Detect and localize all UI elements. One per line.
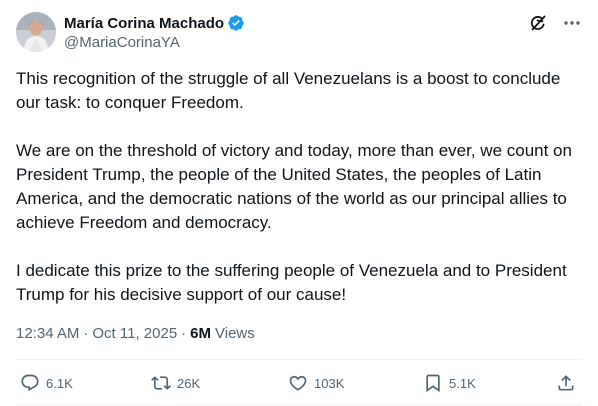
bookmark-count: 5.1K (449, 375, 476, 391)
like-count: 103K (314, 375, 345, 391)
avatar-image (16, 12, 56, 52)
action-bar: 6.1K 26K 103K 5.1K (16, 369, 582, 397)
verified-badge-icon (227, 14, 245, 32)
like-button[interactable]: 103K (288, 373, 344, 393)
views-count[interactable]: 6M (190, 325, 211, 342)
reply-count: 6.1K (46, 375, 73, 391)
bookmark-icon (426, 374, 440, 393)
tweet-paragraph: We are on the threshold of victory and t… (16, 141, 572, 232)
divider (16, 359, 582, 360)
author-handle[interactable]: @MariaCorinaYA (64, 34, 245, 51)
more-icon[interactable] (562, 13, 582, 33)
name-line: María Corina Machado (64, 13, 245, 33)
avatar[interactable] (16, 12, 56, 52)
repost-icon (151, 376, 171, 390)
tweet-card: María Corina Machado @MariaCorinaYA This… (0, 0, 598, 406)
repost-button[interactable]: 26K (151, 373, 200, 393)
tweet-paragraph: I dedicate this prize to the suffering p… (16, 261, 567, 304)
tweet-header: María Corina Machado @MariaCorinaYA (16, 11, 582, 55)
top-actions (528, 13, 582, 33)
meta-separator: · (181, 324, 187, 342)
author-names: María Corina Machado @MariaCorinaYA (64, 13, 245, 51)
share-icon (558, 375, 574, 391)
heart-icon (289, 375, 307, 391)
reply-icon (21, 374, 39, 392)
meta-separator: · (83, 324, 89, 342)
views-label: Views (215, 324, 255, 342)
repost-count: 26K (177, 375, 201, 391)
tweet-time[interactable]: 12:34 AM (16, 325, 79, 342)
tweet-meta: 12:34 AM · Oct 11, 2025 · 6M Views (16, 323, 255, 343)
reply-button[interactable]: 6.1K (20, 373, 73, 393)
tweet-text: This recognition of the struggle of all … (16, 67, 582, 307)
share-button[interactable] (556, 373, 576, 393)
tweet-paragraph: This recognition of the struggle of all … (16, 69, 561, 112)
display-name[interactable]: María Corina Machado (64, 15, 224, 32)
bookmark-button[interactable]: 5.1K (423, 373, 476, 393)
grok-icon[interactable] (528, 13, 548, 33)
tweet-date[interactable]: Oct 11, 2025 (92, 325, 177, 342)
